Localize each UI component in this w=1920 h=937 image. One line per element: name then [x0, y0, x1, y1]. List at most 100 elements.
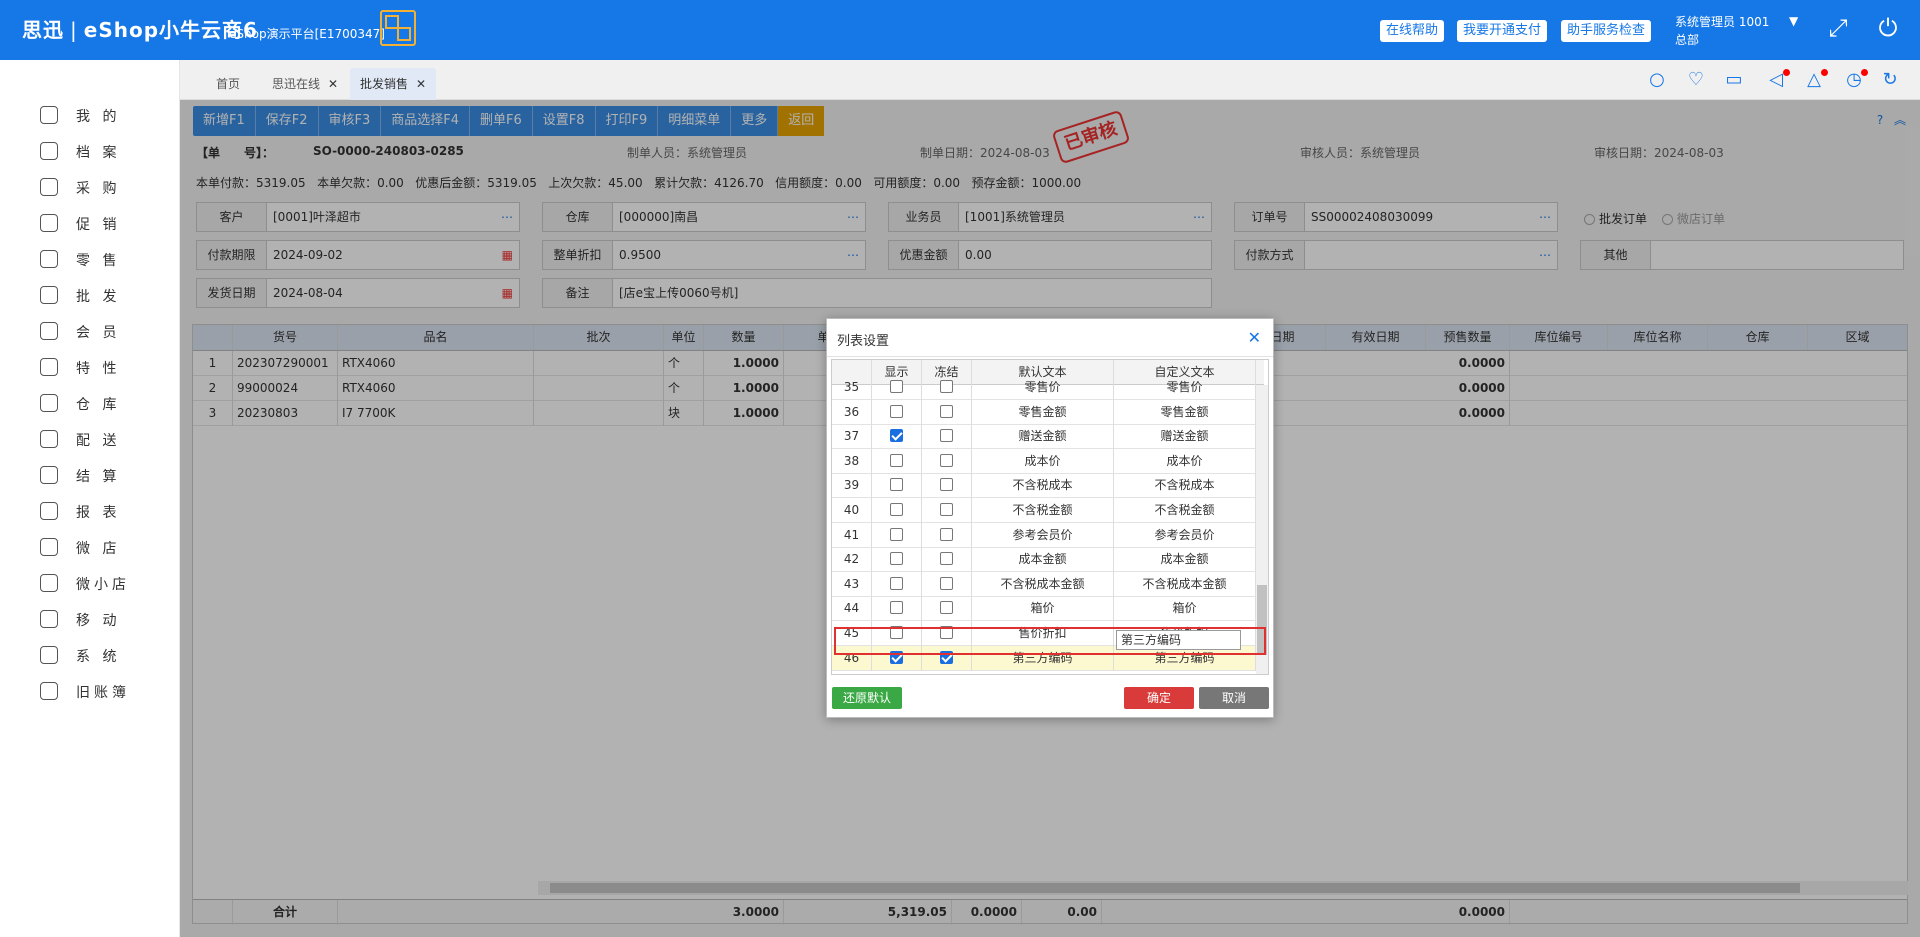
close-icon[interactable]: ✕	[1248, 328, 1261, 347]
tab-home[interactable]: 首页	[206, 68, 250, 100]
books-icon	[40, 142, 58, 160]
wholesale-icon	[40, 286, 58, 304]
sidebar-item-system[interactable]: 系 统	[40, 645, 180, 669]
online-help-button[interactable]: 在线帮助	[1380, 20, 1445, 42]
tab-sixun-online[interactable]: 思迅在线 ✕	[262, 68, 348, 100]
freeze-checkbox[interactable]	[940, 552, 953, 566]
freeze-checkbox[interactable]	[940, 453, 953, 467]
custom-text-input[interactable]: 第三方编码	[1116, 630, 1241, 650]
platform-name: eShop演示平台[E1700347]	[229, 27, 385, 41]
user-info[interactable]: 系统管理员 1001 总部	[1675, 13, 1769, 49]
sidebar-item-warehouse[interactable]: 仓 库	[40, 393, 180, 417]
show-checkbox[interactable]	[890, 601, 903, 615]
notification-dot	[1861, 69, 1868, 76]
custom-text[interactable]: 成本价	[1114, 448, 1256, 474]
column-setting-row[interactable]: 35 零售价 零售价	[832, 375, 1264, 400]
column-setting-row[interactable]: 43 不含税成本金额 不含税成本金额	[832, 571, 1264, 597]
cancel-button[interactable]: 取消	[1199, 687, 1269, 709]
column-setting-row[interactable]: 40 不含税金额 不含税金额	[832, 498, 1264, 523]
report-icon	[40, 502, 58, 520]
custom-text[interactable]: 参考会员价	[1114, 522, 1256, 548]
freeze-checkbox[interactable]	[940, 527, 953, 541]
sidebar-item-retail[interactable]: 零 售	[40, 249, 180, 273]
sidebar-item-old-ledger[interactable]: 旧账簿	[40, 681, 180, 705]
show-checkbox[interactable]	[890, 453, 903, 467]
tab-wholesale-sales[interactable]: 批发销售 ✕	[350, 68, 437, 100]
truck-icon	[40, 430, 58, 448]
freeze-checkbox[interactable]	[940, 478, 953, 492]
column-setting-row[interactable]: 44 箱价 箱价	[832, 596, 1264, 622]
sidebar-item-feature[interactable]: 特 性	[40, 357, 180, 381]
default-text: 成本价	[972, 448, 1114, 474]
custom-text[interactable]: 箱价	[1114, 596, 1256, 622]
default-text: 不含税金额	[972, 498, 1114, 523]
freeze-checkbox[interactable]	[940, 429, 953, 443]
sidebar-item-mini-store[interactable]: 微小店	[40, 573, 180, 597]
sidebar-item-microshop[interactable]: 微 店	[40, 537, 180, 561]
top-bar: 思迅 | eShop小牛云商6 eShop演示平台[E1700347] 在线帮助 我…	[0, 0, 1920, 60]
sidebar-item-report[interactable]: 报 表	[40, 501, 180, 525]
store-icon	[40, 574, 58, 592]
freeze-checkbox[interactable]	[940, 404, 953, 418]
freeze-checkbox[interactable]	[940, 576, 953, 590]
assistant-check-button[interactable]: 助手服务检查	[1561, 20, 1652, 42]
heart-icon[interactable]: ♡	[1684, 68, 1708, 92]
sidebar-item-purchase[interactable]: 采 购	[40, 177, 180, 201]
sidebar-item-member[interactable]: 会 员	[40, 321, 180, 345]
close-icon[interactable]: ✕	[328, 77, 338, 91]
column-setting-row[interactable]: 37 赠送金额 赠送金额	[832, 424, 1264, 450]
sidebar-item-wholesale[interactable]: 批 发	[40, 285, 180, 309]
open-payment-button[interactable]: 我要开通支付	[1457, 20, 1548, 42]
show-checkbox[interactable]	[890, 576, 903, 590]
dialog-title: 列表设置	[837, 334, 890, 349]
folder-icon[interactable]: ▭	[1722, 68, 1746, 92]
show-checkbox[interactable]	[890, 527, 903, 541]
confirm-button[interactable]: 确定	[1124, 687, 1194, 709]
refresh-icon[interactable]: ↻	[1878, 68, 1902, 92]
sidebar-item-mobile[interactable]: 移 动	[40, 609, 180, 633]
default-text: 零售价	[972, 375, 1114, 400]
custom-text[interactable]: 赠送金额	[1114, 424, 1256, 450]
settlement-icon	[40, 466, 58, 484]
custom-text[interactable]: 不含税成本金额	[1114, 571, 1256, 597]
column-setting-row[interactable]: 36 零售金额 零售金额	[832, 399, 1264, 425]
freeze-checkbox[interactable]	[940, 503, 953, 516]
power-icon[interactable]: ⏻	[1874, 14, 1902, 42]
show-checkbox[interactable]	[890, 380, 903, 393]
column-setting-row[interactable]: 42 成本金额 成本金额	[832, 547, 1264, 573]
show-checkbox[interactable]	[890, 404, 903, 418]
basket-icon	[40, 178, 58, 196]
custom-text[interactable]: 零售价	[1114, 375, 1256, 400]
notification-dot	[1821, 69, 1828, 76]
brand-logo: 思迅 | eShop小牛云商6	[22, 18, 258, 42]
show-checkbox[interactable]	[890, 552, 903, 566]
notification-dot	[1783, 69, 1790, 76]
qr-code-icon[interactable]	[380, 10, 416, 46]
sidebar-item-archive[interactable]: 档 案	[40, 141, 180, 165]
dialog-header: 列表设置 ✕	[827, 319, 1273, 357]
custom-text[interactable]: 不含税金额	[1114, 498, 1256, 523]
default-text: 不含税成本金额	[972, 571, 1114, 597]
search-icon[interactable]: ○	[1645, 68, 1669, 92]
column-setting-row[interactable]: 41 参考会员价 参考会员价	[832, 522, 1264, 548]
sidebar-item-settlement[interactable]: 结 算	[40, 465, 180, 489]
restore-default-button[interactable]: 还原默认	[832, 687, 902, 709]
show-checkbox[interactable]	[890, 503, 903, 516]
show-checkbox[interactable]	[890, 429, 903, 443]
freeze-checkbox[interactable]	[940, 380, 953, 393]
sidebar-item-delivery[interactable]: 配 送	[40, 429, 180, 453]
freeze-checkbox[interactable]	[940, 601, 953, 615]
custom-text[interactable]: 零售金额	[1114, 399, 1256, 425]
user-dropdown-icon[interactable]: ▼	[1789, 14, 1798, 28]
column-setting-row[interactable]: 39 不含税成本 不含税成本	[832, 473, 1264, 499]
close-icon[interactable]: ✕	[416, 77, 426, 91]
sidebar-item-promotion[interactable]: 促 销	[40, 213, 180, 237]
user-icon	[40, 106, 58, 124]
sidebar-item-mine[interactable]: 我 的	[40, 105, 180, 129]
custom-text[interactable]: 不含税成本	[1114, 473, 1256, 499]
custom-text[interactable]: 成本金额	[1114, 547, 1256, 573]
show-checkbox[interactable]	[890, 478, 903, 492]
column-setting-row[interactable]: 38 成本价 成本价	[832, 448, 1264, 474]
ledger-icon	[40, 682, 58, 700]
fullscreen-icon[interactable]: ⤢	[1824, 14, 1852, 42]
